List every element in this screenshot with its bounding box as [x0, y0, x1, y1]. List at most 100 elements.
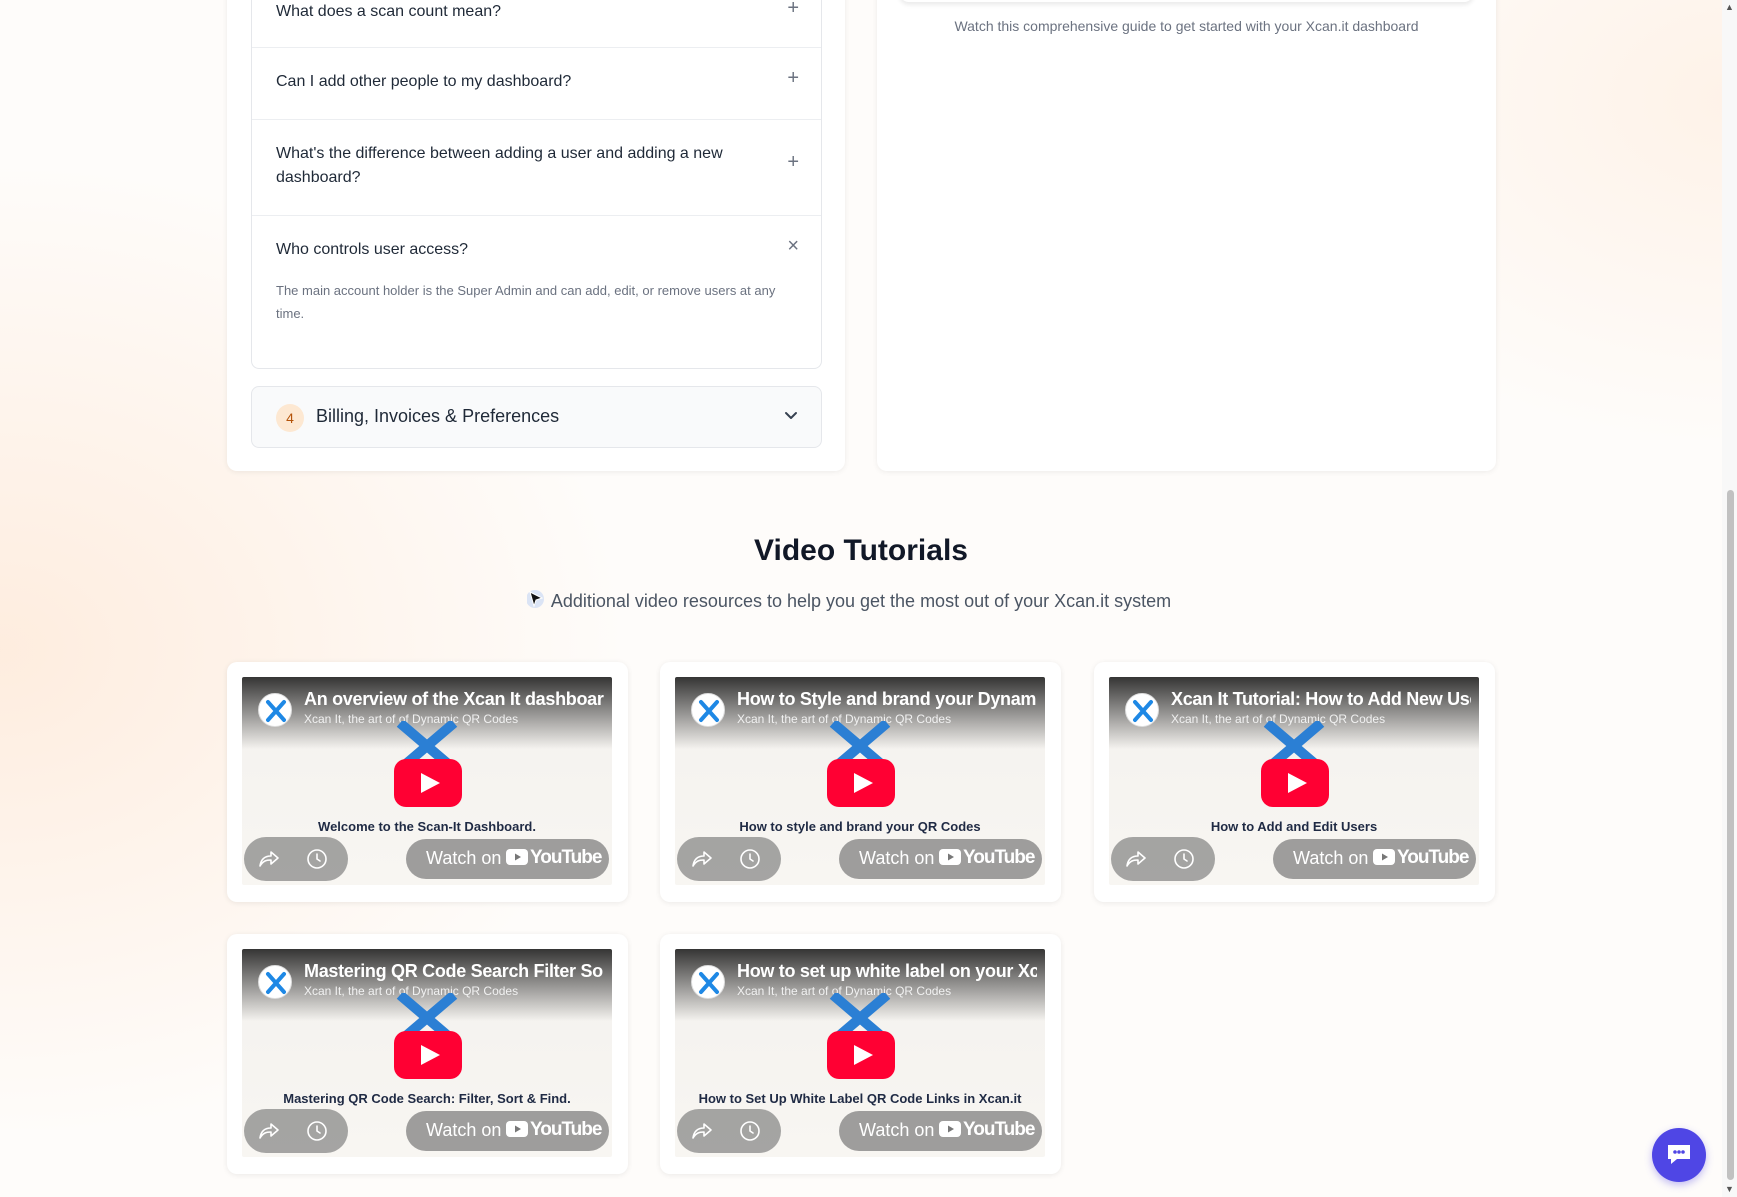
watch-on-youtube-button[interactable]: Watch on YouTube — [1273, 839, 1476, 879]
faq-question: What does a scan count mean? — [276, 3, 502, 20]
video-embed[interactable]: Xcan It Tutorial: How to Add New Users X… — [1109, 677, 1479, 885]
collapse-x-icon[interactable]: × — [787, 235, 799, 258]
scrollbar[interactable]: ▲ ▼ — [1722, 0, 1737, 1197]
video-embed[interactable]: Mastering QR Code Search Filter Sort Xca… — [242, 949, 612, 1157]
video-embed[interactable]: How to set up white label on your Xcan.i… — [675, 949, 1045, 1157]
watch-label: Watch on — [859, 1120, 935, 1140]
category-number-badge: 4 — [276, 404, 304, 432]
channel-avatar[interactable] — [691, 965, 725, 999]
watch-label: Watch on — [426, 848, 502, 868]
video-actions — [677, 837, 781, 881]
youtube-play-icon[interactable] — [827, 759, 895, 807]
channel-avatar[interactable] — [258, 965, 292, 999]
video-caption: How to Add and Edit Users — [1210, 819, 1378, 834]
expand-plus-icon[interactable]: + — [787, 151, 799, 174]
faq-question: Can I add other people to my dashboard? — [276, 73, 572, 90]
watch-label: Watch on — [859, 848, 935, 868]
category-title: Billing, Invoices & Preferences — [316, 406, 560, 426]
xcan-logo-icon — [699, 700, 719, 722]
share-icon[interactable] — [1125, 848, 1147, 870]
video-actions — [1111, 837, 1215, 881]
section-subtitle: Additional video resources to help you g… — [550, 591, 1172, 611]
faq-category-billing[interactable]: 4 Billing, Invoices & Preferences — [251, 386, 822, 448]
video-card: Xcan It Tutorial: How to Add New Users X… — [1094, 662, 1495, 902]
clock-icon[interactable] — [306, 1120, 328, 1142]
youtube-logo-icon — [506, 1121, 528, 1137]
faq-item[interactable]: Can I add other people to my dashboard? … — [252, 48, 821, 120]
video-title[interactable]: Mastering QR Code Search Filter Sort — [304, 961, 604, 982]
video-embed[interactable]: An overview of the Xcan It dashboard Xca… — [242, 677, 612, 885]
video-actions — [677, 1109, 781, 1153]
scroll-thumb[interactable] — [1727, 490, 1734, 1180]
youtube-play-icon[interactable] — [827, 1031, 895, 1079]
video-caption: How to Set Up White Label QR Code Links … — [698, 1091, 1022, 1106]
faq-answer: The main account holder is the Super Adm… — [276, 283, 776, 321]
video-title[interactable]: How to Style and brand your Dynamic QR C… — [737, 689, 1037, 710]
share-icon[interactable] — [258, 1120, 280, 1142]
youtube-logo-icon — [506, 849, 528, 865]
xcan-logo-icon — [699, 972, 719, 994]
faq-question: What's the difference between adding a u… — [276, 145, 723, 186]
watch-on-youtube-button[interactable]: Watch on YouTube — [839, 1111, 1042, 1151]
faq-item-expanded[interactable]: Who controls user access? × The main acc… — [252, 216, 821, 369]
watch-on-youtube-button[interactable]: Watch on YouTube — [406, 1111, 609, 1151]
channel-avatar[interactable] — [1125, 693, 1159, 727]
youtube-label: YouTube — [530, 847, 602, 868]
scroll-up-arrow[interactable]: ▲ — [1725, 2, 1734, 12]
faq-item[interactable]: What does a scan count mean? + — [252, 0, 821, 48]
watch-on-youtube-button[interactable]: Watch on YouTube — [406, 839, 609, 879]
xcan-logo-icon — [266, 700, 286, 722]
guide-video-frame[interactable] — [899, 0, 1474, 2]
video-caption: Mastering QR Code Search: Filter, Sort &… — [283, 1091, 571, 1106]
faq-card: What does a scan count mean? + Can I add… — [227, 0, 845, 471]
video-actions — [244, 837, 348, 881]
share-icon[interactable] — [691, 848, 713, 870]
clock-icon[interactable] — [739, 848, 761, 870]
video-actions — [244, 1109, 348, 1153]
clock-icon[interactable] — [1173, 848, 1195, 870]
faq-question: Who controls user access? — [276, 241, 469, 258]
channel-avatar[interactable] — [258, 693, 292, 727]
expand-plus-icon[interactable]: + — [787, 0, 799, 20]
chat-button[interactable] — [1652, 1128, 1706, 1182]
video-title[interactable]: How to set up white label on your Xcan.i… — [737, 961, 1037, 982]
watch-label: Watch on — [426, 1120, 502, 1140]
share-icon[interactable] — [691, 1120, 713, 1142]
chevron-down-icon — [785, 412, 797, 419]
video-embed[interactable]: How to Style and brand your Dynamic QR C… — [675, 677, 1045, 885]
youtube-logo-icon — [939, 1121, 961, 1137]
video-card: Mastering QR Code Search Filter Sort Xca… — [227, 934, 628, 1174]
watch-on-youtube-button[interactable]: Watch on YouTube — [839, 839, 1042, 879]
youtube-play-icon[interactable] — [394, 759, 462, 807]
channel-avatar[interactable] — [691, 693, 725, 727]
video-card: An overview of the Xcan It dashboard Xca… — [227, 662, 628, 902]
youtube-label: YouTube — [963, 1119, 1035, 1140]
youtube-play-icon[interactable] — [1261, 759, 1329, 807]
youtube-logo-icon — [939, 849, 961, 865]
expand-plus-icon[interactable]: + — [787, 67, 799, 90]
watch-label: Watch on — [1293, 848, 1369, 868]
clock-icon[interactable] — [306, 848, 328, 870]
video-caption: Welcome to the Scan-It Dashboard. — [318, 819, 536, 834]
xcan-logo-icon — [266, 972, 286, 994]
getting-started-guide-card: Watch this comprehensive guide to get st… — [877, 0, 1496, 471]
faq-item[interactable]: What's the difference between adding a u… — [252, 120, 821, 216]
mouse-cursor-icon — [527, 590, 544, 608]
youtube-label: YouTube — [963, 847, 1035, 868]
faq-accordion-panel: What does a scan count mean? + Can I add… — [251, 0, 822, 369]
xcan-logo-icon — [1133, 700, 1153, 722]
section-title: Video Tutorials — [754, 534, 968, 567]
youtube-logo-icon — [1373, 849, 1395, 865]
video-card: How to Style and brand your Dynamic QR C… — [660, 662, 1061, 902]
youtube-label: YouTube — [530, 1119, 602, 1140]
scroll-down-arrow[interactable]: ▼ — [1725, 1184, 1734, 1194]
video-title[interactable]: Xcan It Tutorial: How to Add New Users — [1171, 689, 1471, 710]
chat-bubble-icon — [1668, 1145, 1690, 1164]
youtube-label: YouTube — [1397, 847, 1469, 868]
guide-caption: Watch this comprehensive guide to get st… — [954, 18, 1419, 34]
youtube-play-icon[interactable] — [394, 1031, 462, 1079]
share-icon[interactable] — [258, 848, 280, 870]
clock-icon[interactable] — [739, 1120, 761, 1142]
video-card: How to set up white label on your Xcan.i… — [660, 934, 1061, 1174]
video-title[interactable]: An overview of the Xcan It dashboard — [304, 689, 604, 710]
